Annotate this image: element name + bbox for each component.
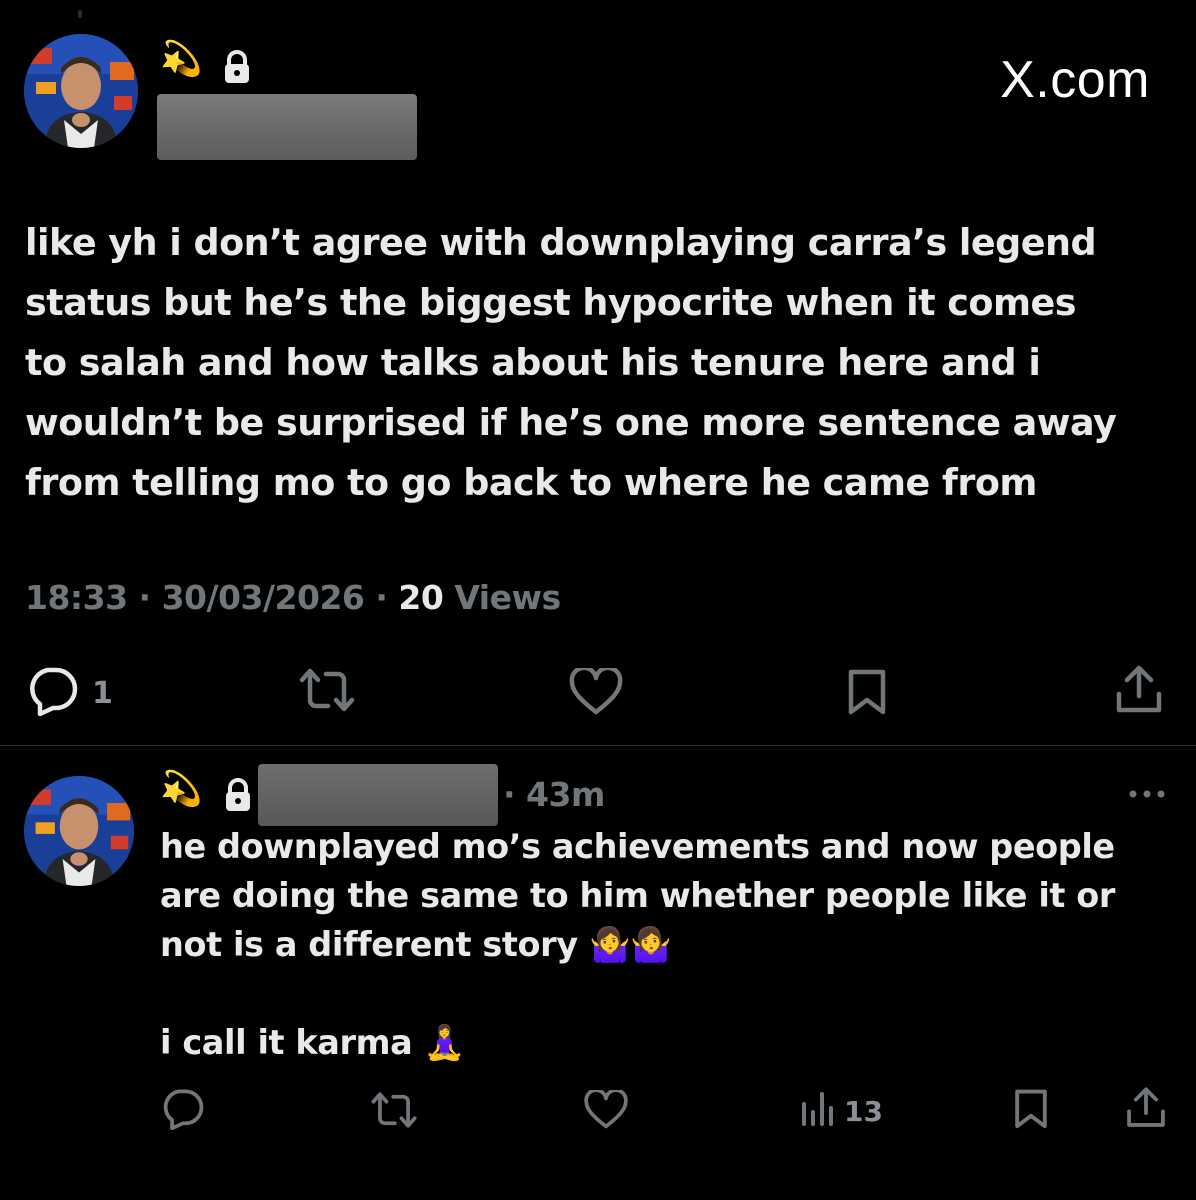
bookmark-icon [1012,1086,1050,1134]
retweet-button[interactable] [370,1090,418,1134]
share-icon [1124,1086,1168,1134]
lock-icon [222,50,252,88]
dizzy-emoji-icon: 💫 [160,769,203,809]
separator: · [138,578,162,617]
share-button[interactable] [1113,664,1165,720]
tweet-date[interactable]: 30/03/2026 [162,578,365,617]
views-label: Views [454,578,561,617]
tweet-text-line: status but he’s the biggest hypocrite wh… [25,281,1076,324]
reply-icon [26,666,80,720]
reply-icon [160,1088,206,1134]
avatar[interactable] [24,34,138,148]
tweet-text-line: to salah and how talks about his tenure … [25,341,1041,384]
heart-icon [583,1088,629,1134]
more-options-icon[interactable] [1127,786,1167,805]
like-button[interactable] [583,1088,629,1134]
dizzy-emoji-icon: 💫 [160,39,203,79]
reply-button[interactable]: 1 [26,666,113,720]
views-count: 20 [398,578,444,617]
xcom-watermark: X.com [1000,51,1150,109]
share-button[interactable] [1124,1086,1168,1134]
bookmark-button[interactable] [845,666,889,720]
reply-text-line: i call it karma 🧘‍♀️ [160,1023,465,1062]
reply-text: he downplayed mo’s achievements and now … [160,822,1180,1067]
main-tweet: 💫 X.com like yh i don’t agree with downp… [0,0,1196,746]
reply-text-line: are doing the same to him whether people… [160,876,1116,915]
tweet-meta: 18:33 · 30/03/2026 · 20 Views [25,578,561,617]
reply-time[interactable]: · 43m [503,775,605,814]
tweet-text-line: like yh i don’t agree with downplaying c… [25,221,1097,264]
retweet-button[interactable] [298,666,356,718]
reply-button[interactable] [160,1088,206,1134]
bookmark-button[interactable] [1012,1086,1050,1134]
reply-avatar[interactable] [24,776,134,886]
reply-count: 1 [92,675,113,711]
share-icon [1113,664,1165,720]
retweet-icon [370,1090,418,1134]
analytics-icon [800,1090,836,1132]
bookmark-icon [845,666,889,720]
tweet-text-line: from telling mo to go back to where he c… [25,461,1037,504]
tweet-text-line: wouldn’t be surprised if he’s one more s… [25,401,1117,444]
retweet-icon [298,666,356,718]
tweet-time[interactable]: 18:33 [25,578,128,617]
like-button[interactable] [568,665,624,720]
separator: · [375,578,399,617]
redacted-username [258,764,498,826]
lock-icon [223,778,253,816]
redacted-username [157,94,417,160]
tweet-text: like yh i don’t agree with downplaying c… [25,213,1175,513]
views-count: 13 [844,1094,883,1128]
tweet-divider [0,745,1196,746]
views-button[interactable]: 13 [800,1090,883,1132]
reply-text-line: he downplayed mo’s achievements and now … [160,827,1115,866]
heart-icon [568,665,624,720]
reply-text-line: not is a different story 🤷‍♀️🤷‍♀️ [160,925,672,964]
